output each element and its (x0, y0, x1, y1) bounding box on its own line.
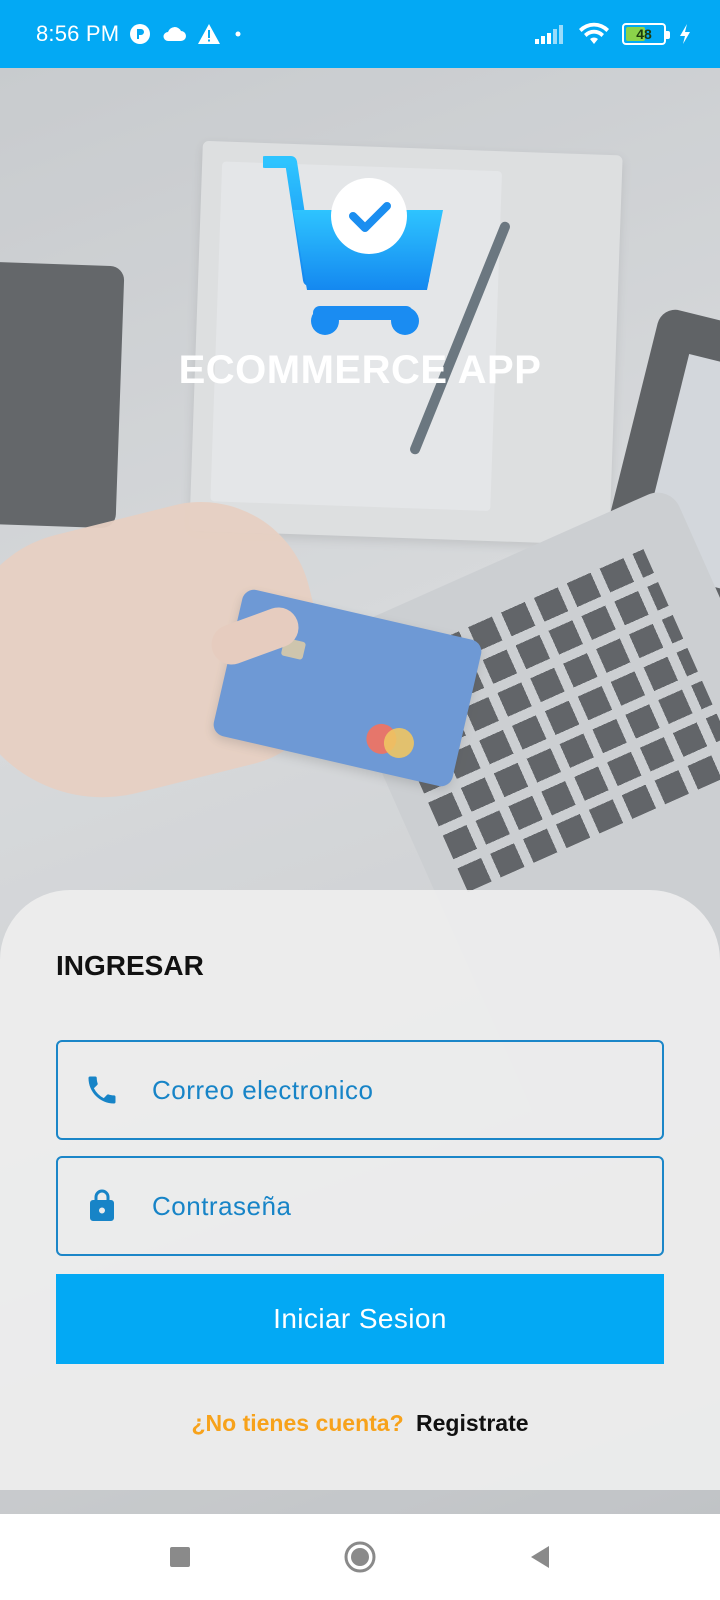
email-input[interactable] (152, 1074, 632, 1106)
login-title: INGRESAR (56, 950, 204, 981)
cloud-icon (161, 25, 187, 43)
home-circle-icon[interactable] (330, 1527, 390, 1587)
password-field[interactable] (56, 1156, 664, 1256)
app-title: ECOMMERCE APP (178, 348, 542, 392)
register-link[interactable]: Registrate (416, 1410, 528, 1436)
phone-icon (82, 1070, 122, 1110)
login-card: INGRESAR Iniciar Sesion ¿No tienes cuent… (0, 890, 720, 1490)
lock-icon (82, 1186, 122, 1226)
charging-icon (678, 23, 692, 45)
status-bar: 8:56 PM 48 (0, 0, 720, 68)
status-time: 8:56 PM (36, 21, 120, 46)
register-question: ¿No tienes cuenta? (191, 1410, 404, 1436)
battery-level: 48 (636, 26, 652, 42)
back-triangle-icon[interactable] (510, 1527, 570, 1587)
wifi-icon (578, 22, 610, 46)
status-bar-left: 8:56 PM (36, 0, 245, 68)
login-button[interactable]: Iniciar Sesion (56, 1274, 664, 1364)
shopping-cart-check-icon (259, 156, 448, 341)
warning-icon (197, 23, 221, 45)
email-field[interactable] (56, 1040, 664, 1140)
status-bar-right: 48 (534, 0, 692, 68)
navigation-bar (0, 1514, 720, 1600)
recents-square-icon[interactable] (150, 1527, 210, 1587)
dot-icon (231, 27, 245, 41)
register-row: ¿No tienes cuenta? Registrate (0, 1410, 720, 1437)
password-input[interactable] (152, 1190, 632, 1222)
status-app-icon (129, 23, 151, 45)
signal-icon (534, 23, 566, 45)
battery-icon: 48 (622, 23, 670, 45)
